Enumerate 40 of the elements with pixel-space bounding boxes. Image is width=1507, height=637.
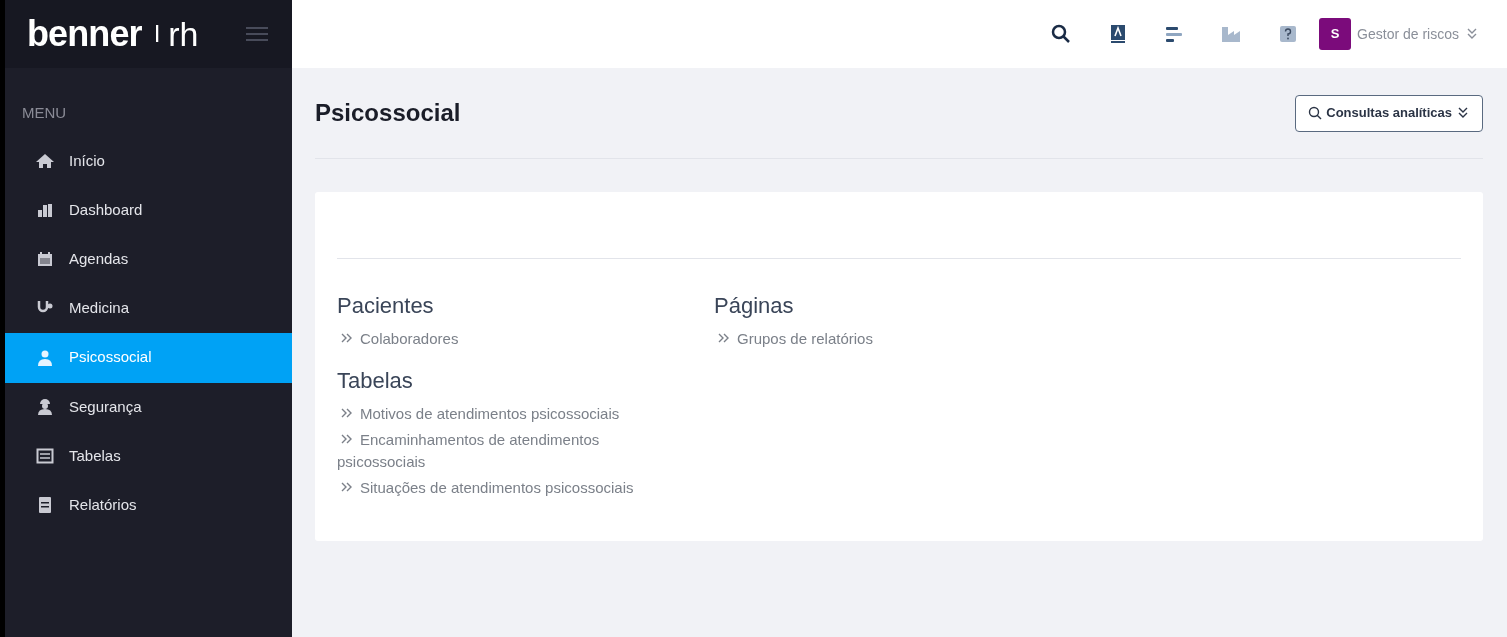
sidebar-item[interactable]: Tabelas: [5, 431, 292, 481]
menu-heading: MENU: [21, 103, 68, 123]
double-chevron-icon: [340, 407, 354, 419]
sidebar-item[interactable]: Medicina: [5, 283, 292, 333]
sidebar-item[interactable]: Relatórios: [5, 480, 292, 530]
section-link[interactable]: Colaboradores: [337, 328, 684, 350]
user-menu[interactable]: S Gestor de riscos: [1319, 18, 1479, 50]
section-link[interactable]: Encaminhamentos de atendimentos psicossociais: [337, 429, 684, 473]
double-chevron-icon: [340, 433, 354, 445]
section-link[interactable]: Situações de atendimentos psicossociais: [337, 477, 684, 499]
table-icon: [35, 446, 55, 466]
double-chevron-icon: [1466, 27, 1478, 41]
sidebar-item[interactable]: Início: [5, 136, 292, 186]
search-icon[interactable]: [1051, 24, 1072, 44]
help-icon[interactable]: [1279, 25, 1298, 43]
sidebar-item[interactable]: Segurança: [5, 382, 292, 432]
book-icon[interactable]: [1109, 24, 1128, 44]
page-title: Psicossocial: [315, 98, 461, 128]
sidebar-item[interactable]: Agendas: [5, 234, 292, 284]
worker-icon: [35, 397, 55, 417]
double-chevron-icon: [717, 332, 731, 344]
calendar-icon: [35, 249, 55, 269]
section-link[interactable]: Grupos de relatórios: [714, 328, 1061, 350]
logo: benner: [27, 16, 142, 52]
section-title: Páginas: [714, 292, 795, 320]
double-chevron-icon: [340, 332, 354, 344]
user-avatar: S: [1319, 18, 1352, 50]
logo-product: rh: [168, 17, 199, 51]
logo-separator: I: [153, 22, 161, 46]
section-title: Pacientes: [337, 292, 435, 320]
section-link[interactable]: Motivos de atendimentos psicossociais: [337, 403, 684, 425]
home-icon: [35, 151, 55, 171]
search-icon: [1308, 106, 1323, 120]
analytics-button[interactable]: Consultas analíticas: [1295, 94, 1483, 132]
sidebar-item[interactable]: Dashboard: [5, 185, 292, 235]
gantt-icon[interactable]: [1165, 25, 1184, 43]
user-name: Gestor de riscos: [1357, 24, 1459, 44]
section-title: Tabelas: [337, 367, 414, 395]
double-chevron-icon: [340, 481, 354, 493]
double-chevron-icon: [1457, 106, 1469, 120]
